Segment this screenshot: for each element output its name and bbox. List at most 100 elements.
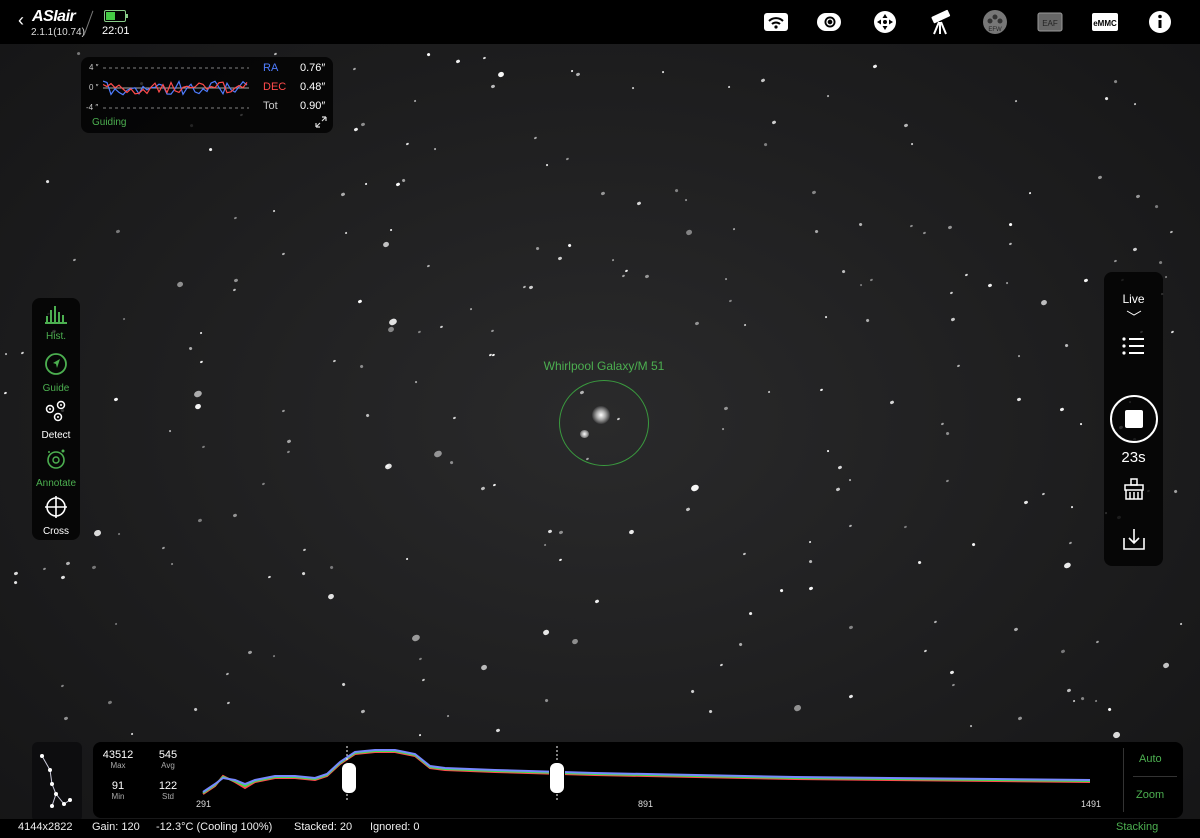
star <box>987 282 993 288</box>
star <box>571 637 580 646</box>
star <box>533 136 538 140</box>
histogram-graph <box>202 746 1091 802</box>
star <box>570 69 574 73</box>
star <box>859 283 863 287</box>
star <box>947 224 953 230</box>
stat-max: 43512 Max <box>102 749 134 770</box>
zoom-button[interactable]: Zoom <box>1136 789 1164 801</box>
stop-button[interactable] <box>1110 395 1158 443</box>
star <box>455 59 460 64</box>
star <box>674 188 679 192</box>
save-icon[interactable] <box>1122 528 1146 550</box>
star <box>1005 281 1008 284</box>
dec-value: 0.48″ <box>300 81 326 93</box>
star <box>858 222 863 227</box>
clear-icon[interactable] <box>1122 478 1146 500</box>
star <box>232 512 238 518</box>
emmc-icon[interactable]: eMMC <box>1090 9 1120 35</box>
star <box>815 229 820 234</box>
histogram-panel: 43512 Max 545 Avg 91 Min 122 Std 291 891 149… <box>93 742 1183 818</box>
eaf-label: EAF <box>1042 19 1058 28</box>
star <box>208 147 213 152</box>
emmc-label: eMMC <box>1093 19 1117 28</box>
star <box>808 586 814 591</box>
star <box>421 678 426 683</box>
star <box>690 483 701 493</box>
tool-annotate[interactable]: Annotate <box>32 447 80 489</box>
tool-guide[interactable]: Guide <box>32 352 80 394</box>
target-label: Whirlpool Galaxy/M 51 <box>543 359 665 373</box>
star <box>760 78 766 83</box>
star <box>724 278 728 281</box>
star <box>114 623 118 626</box>
star <box>811 190 817 195</box>
expand-icon[interactable] <box>315 116 327 128</box>
star <box>923 649 928 653</box>
guiding-panel[interactable]: 4 ″ 0 ″ -4 ″ RA 0.76″ DEC 0.48″ Tot 0.90… <box>81 57 333 133</box>
star <box>1171 330 1175 334</box>
star <box>365 413 370 418</box>
auto-button[interactable]: Auto <box>1139 753 1162 765</box>
star <box>107 700 113 706</box>
tool-detect[interactable]: Detect <box>32 399 80 441</box>
star <box>272 654 276 658</box>
camera-icon[interactable] <box>814 9 844 35</box>
star <box>940 422 945 426</box>
list-icon[interactable] <box>1121 336 1145 356</box>
star <box>1164 275 1168 278</box>
black-point-handle[interactable] <box>341 762 357 794</box>
star <box>826 450 830 453</box>
star <box>122 318 126 321</box>
star <box>628 529 635 536</box>
star <box>426 264 431 268</box>
chevron-down-icon[interactable] <box>1126 310 1142 316</box>
star <box>594 599 599 604</box>
star <box>233 278 238 283</box>
efw-icon[interactable]: EFW <box>980 9 1010 35</box>
star <box>1080 696 1085 701</box>
annotate-icon <box>47 449 65 469</box>
star <box>232 288 236 292</box>
wifi-icon[interactable] <box>761 9 791 35</box>
star <box>490 329 494 333</box>
eaf-icon[interactable]: EAF <box>1035 9 1065 35</box>
star <box>1134 102 1138 105</box>
constellation-thumbnail[interactable] <box>32 742 82 822</box>
star <box>949 670 955 675</box>
star <box>950 317 956 322</box>
star <box>340 192 346 197</box>
guide-axis-mid: 0 ″ <box>89 83 99 92</box>
back-chevron-icon[interactable]: ‹ <box>18 10 24 31</box>
star <box>543 544 546 547</box>
star <box>1068 541 1072 546</box>
star <box>495 728 500 733</box>
star <box>964 273 969 277</box>
dec-label: DEC <box>263 81 287 93</box>
star <box>917 560 922 564</box>
hist-divider <box>1123 748 1124 812</box>
star <box>426 52 431 57</box>
ra-value: 0.76″ <box>300 62 326 74</box>
mode-selector[interactable]: Live <box>1104 292 1163 306</box>
star <box>848 625 853 630</box>
white-point-handle[interactable] <box>549 762 565 794</box>
star <box>202 445 206 448</box>
telescope-icon[interactable] <box>925 9 955 35</box>
star <box>558 558 562 562</box>
tool-cross[interactable]: Cross <box>32 495 80 537</box>
status-temperature: -12.3°C (Cooling 100%) <box>156 821 273 833</box>
star <box>1079 422 1083 426</box>
star <box>522 285 526 290</box>
star <box>131 732 134 736</box>
efw-label: EFW <box>988 27 1002 33</box>
star <box>286 439 292 444</box>
tool-histogram[interactable]: Hist. <box>32 304 80 342</box>
info-icon[interactable] <box>1145 9 1175 35</box>
star <box>1017 716 1022 721</box>
star <box>161 546 166 550</box>
status-stacked: Stacked: 20 <box>294 821 353 833</box>
star <box>389 228 393 231</box>
star <box>558 530 564 535</box>
mount-control-icon[interactable] <box>870 9 900 35</box>
star <box>115 228 121 234</box>
